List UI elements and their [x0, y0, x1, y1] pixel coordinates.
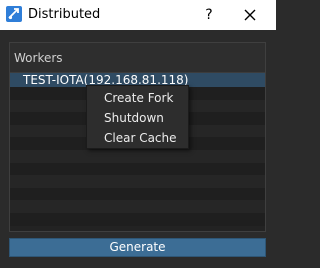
distributed-app-icon [6, 6, 22, 22]
empty-row [10, 187, 265, 201]
empty-row [10, 162, 265, 176]
title-bar: Distributed ? [0, 0, 276, 30]
empty-row [10, 212, 265, 226]
workers-column-header[interactable]: Workers [10, 43, 265, 73]
empty-row [10, 175, 265, 188]
help-button[interactable]: ? [200, 5, 218, 25]
generate-button[interactable]: Generate [9, 238, 266, 257]
window-title: Distributed [28, 7, 101, 22]
menu-item-create-fork[interactable]: Create Fork [87, 88, 188, 108]
menu-item-shutdown[interactable]: Shutdown [87, 108, 188, 128]
empty-row [10, 200, 265, 213]
worker-context-menu: Create Fork Shutdown Clear Cache [86, 85, 189, 149]
menu-item-clear-cache[interactable]: Clear Cache [87, 128, 188, 148]
close-icon[interactable] [240, 5, 260, 25]
empty-row [10, 149, 265, 163]
